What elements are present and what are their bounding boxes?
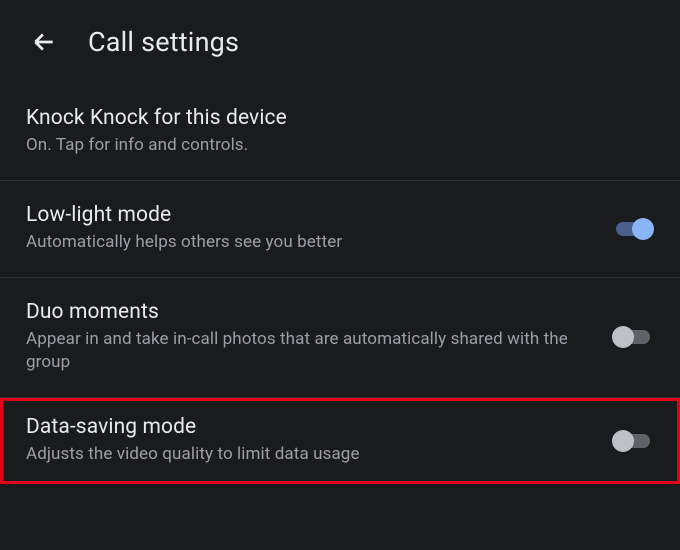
toggle-thumb	[612, 430, 634, 452]
setting-subtitle: On. Tap for info and controls.	[26, 134, 634, 158]
page-title: Call settings	[88, 26, 239, 58]
toggle-data-saving[interactable]	[612, 429, 654, 453]
setting-duo-moments[interactable]: Duo moments Appear in and take in-call p…	[0, 278, 680, 399]
setting-low-light[interactable]: Low-light mode Automatically helps other…	[0, 181, 680, 278]
setting-title: Low-light mode	[26, 203, 592, 227]
setting-subtitle: Adjusts the video quality to limit data …	[26, 443, 592, 467]
setting-subtitle: Automatically helps others see you bette…	[26, 231, 592, 255]
setting-subtitle: Appear in and take in-call photos that a…	[26, 328, 592, 376]
setting-title: Knock Knock for this device	[26, 106, 634, 130]
toggle-duo-moments[interactable]	[612, 325, 654, 349]
toggle-thumb	[612, 326, 634, 348]
setting-title: Data-saving mode	[26, 415, 592, 439]
setting-title: Duo moments	[26, 300, 592, 324]
toggle-low-light[interactable]	[612, 217, 654, 241]
setting-text: Duo moments Appear in and take in-call p…	[26, 300, 612, 376]
setting-text: Low-light mode Automatically helps other…	[26, 203, 612, 255]
setting-data-saving[interactable]: Data-saving mode Adjusts the video quali…	[0, 398, 680, 484]
header: Call settings	[0, 0, 680, 84]
setting-text: Knock Knock for this device On. Tap for …	[26, 106, 654, 158]
setting-text: Data-saving mode Adjusts the video quali…	[26, 415, 612, 467]
toggle-thumb	[632, 218, 654, 240]
setting-knock-knock[interactable]: Knock Knock for this device On. Tap for …	[0, 84, 680, 181]
back-arrow-icon[interactable]	[30, 28, 58, 56]
